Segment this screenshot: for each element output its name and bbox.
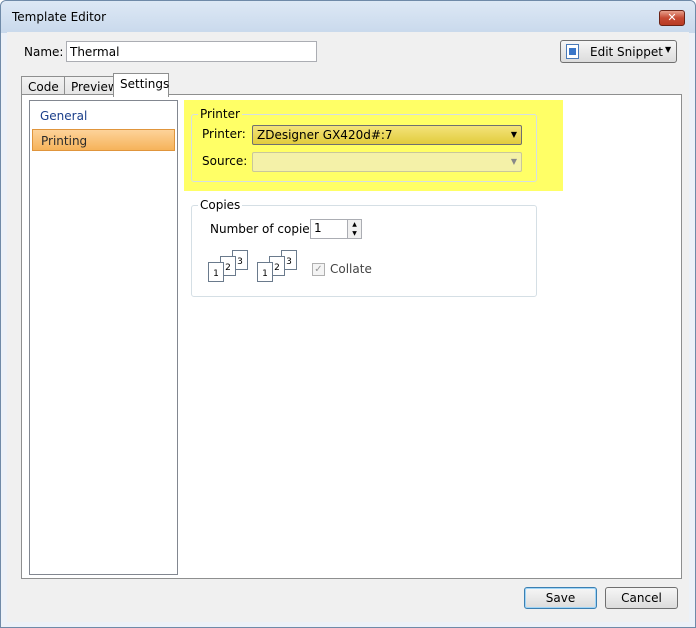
dialog-body: Name: Edit Snippet ▼ Code Preview Settin… — [7, 32, 689, 622]
number-of-copies-label: Number of copies: — [210, 222, 320, 236]
collated-pages-icon: 3 2 1 — [257, 250, 301, 284]
edit-snippet-button[interactable]: Edit Snippet ▼ — [560, 40, 677, 63]
window-title: Template Editor — [12, 10, 107, 24]
nav-item-label: General — [40, 109, 88, 123]
tab-preview[interactable]: Preview — [64, 76, 118, 96]
source-select[interactable]: ▼ — [252, 152, 522, 172]
spin-up-icon[interactable]: ▲ — [348, 220, 361, 229]
collate-checkbox[interactable]: ✓ — [312, 263, 325, 276]
nav-item-printing[interactable]: Printing — [32, 129, 175, 151]
settings-panel: General Printing Printer Printer: ZDesig… — [21, 94, 682, 579]
name-input[interactable] — [66, 41, 317, 62]
printer-select-value: ZDesigner GX420d#:7 — [257, 128, 393, 142]
page-icon: 1 — [257, 262, 273, 282]
tab-settings-label: Settings — [120, 77, 170, 91]
collated-pages-icon: 3 2 1 — [208, 250, 252, 284]
edit-snippet-label: Edit Snippet — [590, 45, 663, 59]
printer-group-title: Printer — [198, 107, 242, 121]
cancel-button[interactable]: Cancel — [605, 587, 678, 609]
close-button[interactable]: ✕ — [659, 10, 685, 26]
source-label: Source: — [202, 154, 248, 168]
collate-label: Collate — [330, 262, 372, 276]
tab-code[interactable]: Code — [21, 76, 65, 96]
close-icon: ✕ — [667, 11, 677, 24]
spin-buttons[interactable]: ▲ ▼ — [347, 220, 361, 238]
tab-code-label: Code — [28, 80, 59, 94]
printer-label: Printer: — [202, 127, 246, 141]
nav-item-general[interactable]: General — [32, 105, 175, 127]
chevron-down-icon: ▼ — [510, 157, 517, 166]
printer-select[interactable]: ZDesigner GX420d#:7 ▼ — [252, 125, 522, 145]
copies-value: 1 — [314, 221, 322, 235]
checkmark-icon: ✓ — [314, 264, 323, 275]
snippet-icon — [566, 44, 579, 59]
tab-settings[interactable]: Settings — [113, 73, 169, 97]
copies-group: Copies Number of copies: 1 ▲ ▼ 3 2 1 3 2 — [191, 198, 537, 297]
page-icon: 1 — [208, 262, 224, 282]
dropdown-arrow-icon: ▼ — [665, 45, 672, 54]
printer-group: Printer Printer: ZDesigner GX420d#:7 ▼ S… — [191, 107, 537, 182]
title-bar[interactable]: Template Editor ✕ — [1, 1, 695, 33]
template-editor-window: Template Editor ✕ Name: Edit Snippet ▼ C… — [0, 0, 696, 628]
tab-preview-label: Preview — [71, 80, 118, 94]
nav-item-label: Printing — [41, 134, 88, 148]
save-button[interactable]: Save — [524, 587, 597, 609]
chevron-down-icon: ▼ — [510, 130, 517, 139]
copies-stepper[interactable]: 1 ▲ ▼ — [310, 219, 362, 239]
copies-group-title: Copies — [198, 198, 243, 212]
settings-nav-list: General Printing — [29, 100, 178, 575]
spin-down-icon[interactable]: ▼ — [348, 229, 361, 238]
name-label: Name: — [24, 45, 64, 59]
